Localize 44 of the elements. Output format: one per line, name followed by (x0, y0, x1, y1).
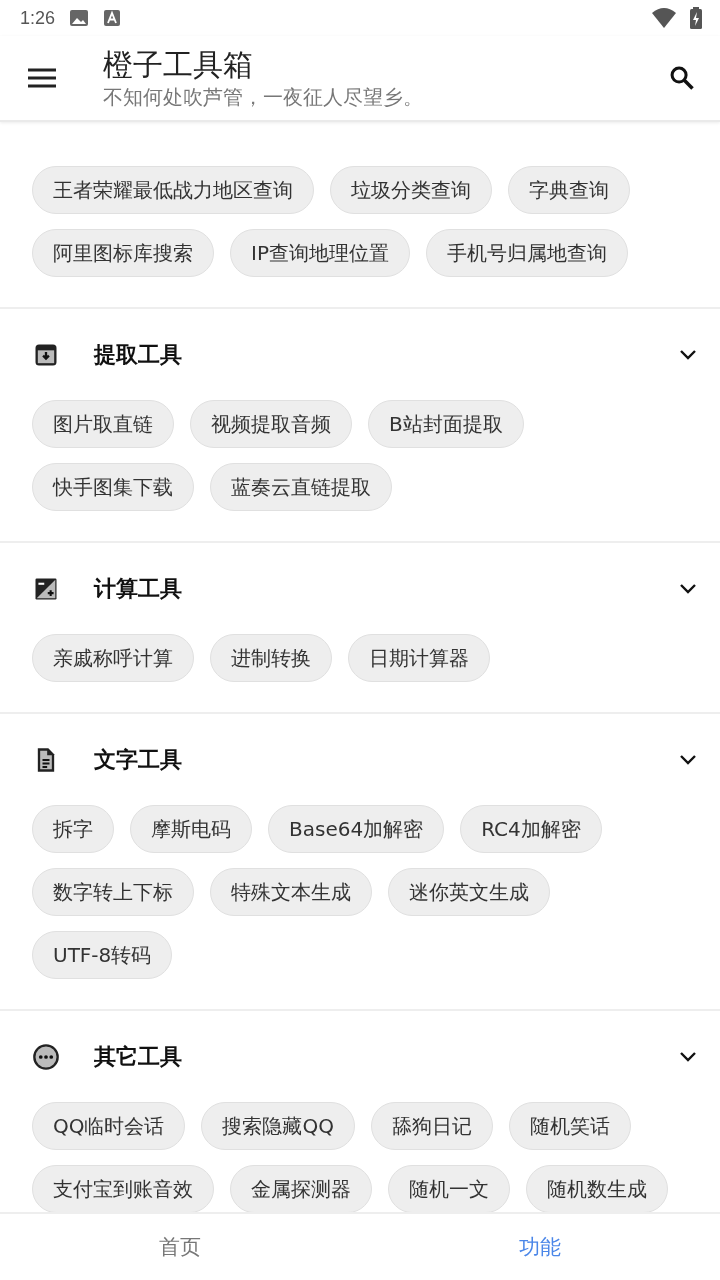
section-title: 其它工具 (94, 1043, 183, 1071)
status-time: 1:26 (20, 7, 56, 29)
tool-chip[interactable]: 图片取直链 (32, 400, 174, 448)
tool-chip[interactable]: 特殊文本生成 (210, 868, 372, 916)
tool-chip[interactable]: 蓝奏云直链提取 (210, 463, 392, 511)
tool-chip[interactable]: 日期计算器 (348, 634, 490, 682)
tool-chip[interactable]: 王者荣耀最低战力地区查询 (32, 166, 314, 214)
section-title: 计算工具 (94, 575, 183, 603)
tool-chip[interactable]: 亲戚称呼计算 (32, 634, 194, 682)
battery-charging-icon (690, 7, 702, 29)
tool-chip[interactable]: 迷你英文生成 (388, 868, 550, 916)
more-icon (32, 1043, 60, 1071)
wifi-icon (652, 8, 676, 28)
tool-chip[interactable]: 支付宝到账音效 (32, 1165, 214, 1212)
app-title: 橙子工具箱 (103, 46, 254, 84)
section-title: 文字工具 (94, 746, 183, 774)
tool-chip[interactable]: QQ临时会话 (32, 1102, 186, 1150)
tool-chip[interactable]: 视频提取音频 (190, 400, 352, 448)
tool-chip[interactable]: UTF-8转码 (32, 931, 173, 979)
menu-icon (27, 67, 57, 89)
tool-chip[interactable]: RC4加解密 (460, 805, 602, 853)
tool-chip[interactable]: 摩斯电码 (130, 805, 252, 853)
tool-chip[interactable]: 垃圾分类查询 (330, 166, 492, 214)
tool-chip[interactable]: Base64加解密 (268, 805, 445, 853)
tool-chip[interactable]: 随机数生成 (526, 1165, 668, 1212)
app-subtitle: 不知何处吹芦管，一夜征人尽望乡。 (103, 84, 424, 110)
tool-chip[interactable]: 进制转换 (210, 634, 332, 682)
tool-chip[interactable]: 搜索隐藏QQ (201, 1102, 355, 1150)
tool-chip[interactable]: IP查询地理位置 (230, 229, 410, 277)
tool-chip[interactable]: 拆字 (32, 805, 114, 853)
tool-chip[interactable]: 手机号归属地查询 (425, 229, 628, 277)
text-icon (103, 9, 122, 27)
search-icon (668, 64, 696, 92)
tool-chip[interactable]: B站封面提取 (368, 400, 524, 448)
tool-chip[interactable]: 字典查询 (508, 166, 630, 214)
image-icon (69, 8, 90, 28)
tool-chip[interactable]: 舔狗日记 (370, 1102, 493, 1150)
tool-chip[interactable]: 金属探测器 (230, 1165, 372, 1212)
tool-chip[interactable]: 阿里图标库搜索 (32, 229, 214, 277)
section-title: 提取工具 (94, 341, 183, 369)
tool-chip[interactable]: 随机一文 (388, 1165, 510, 1212)
tool-chip[interactable]: 随机笑话 (508, 1102, 631, 1150)
tool-chip[interactable]: 快手图集下载 (32, 463, 194, 511)
tool-chip[interactable]: 数字转上下标 (32, 868, 194, 916)
